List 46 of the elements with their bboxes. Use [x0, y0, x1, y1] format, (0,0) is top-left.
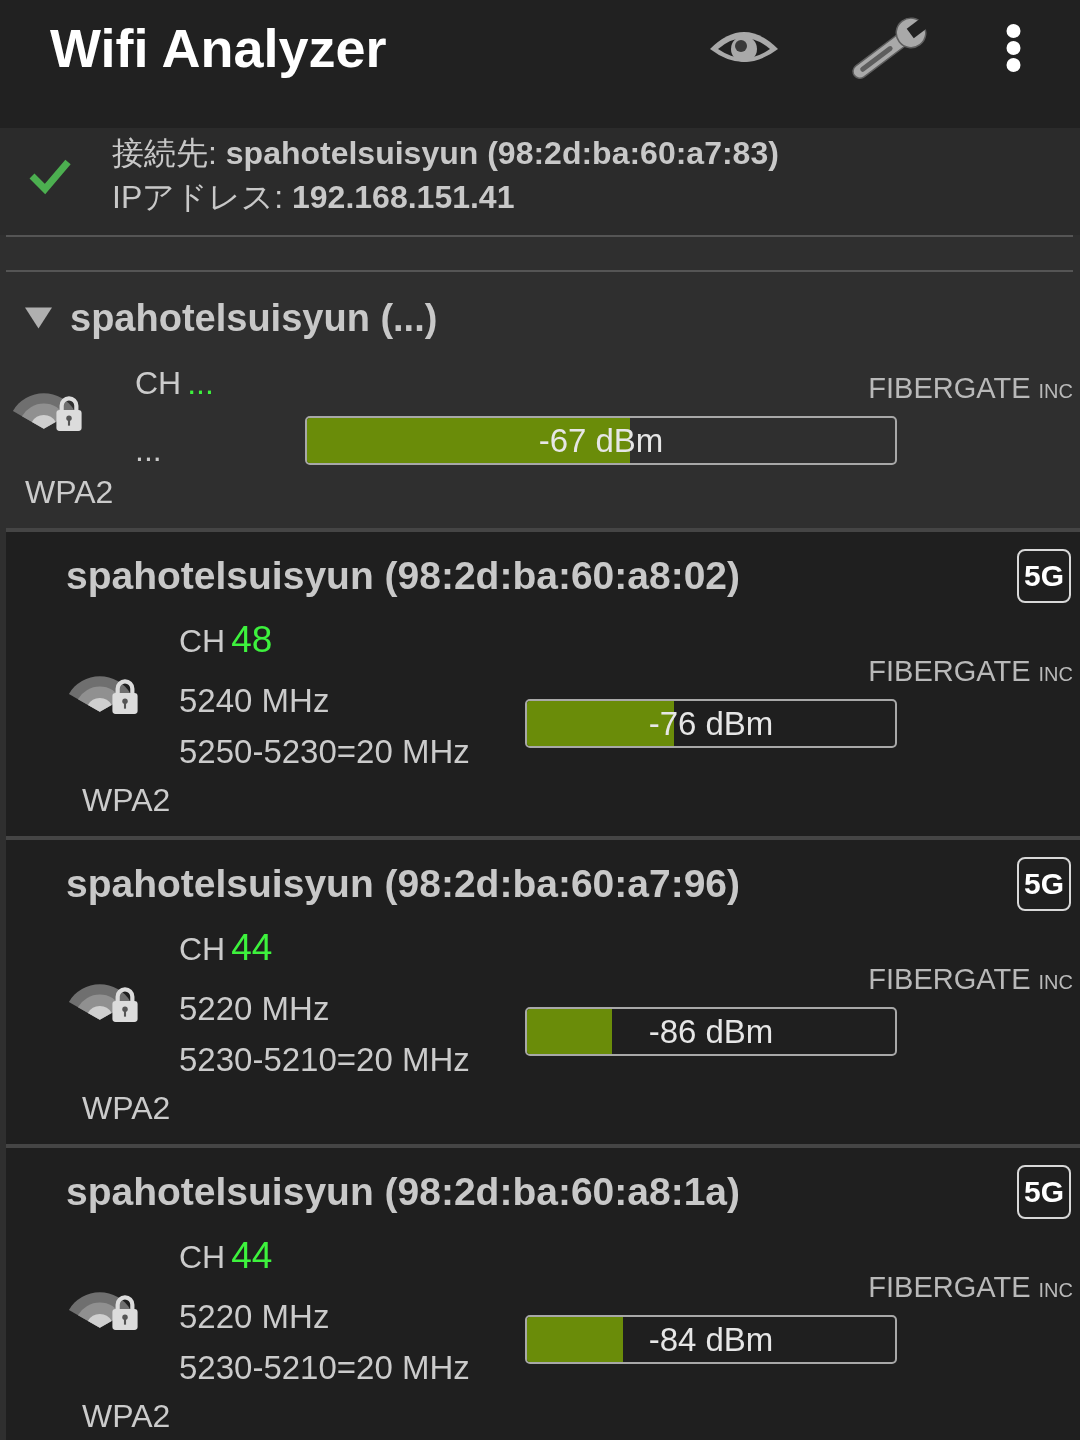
connected-network-text: 接続先: spahotelsuisyun (98:2d:ba:60:a7:83)	[112, 134, 779, 173]
overflow-menu-icon[interactable]	[1005, 24, 1022, 72]
network-card[interactable]: spahotelsuisyun (98:2d:ba:60:a8:1a) 5G WPA2 CH 44 5220 MHz 5230-5210=20 MHz FIBERGATE INC -84 dBm	[6, 1144, 1080, 1440]
vendor-name: FIBERGATE INC	[868, 1270, 1073, 1305]
signal-reading: -67 dBm	[538, 420, 664, 461]
frequency-text: 5220 MHz	[179, 1297, 330, 1337]
network-card[interactable]: spahotelsuisyun (98:2d:ba:60:a8:02) 5G WPA2 CH 48 5240 MHz 5250-5230=20 MHz FIBERGATE INC -76 dBm	[6, 528, 1080, 836]
channel-label: CH	[179, 1239, 226, 1275]
app-title: Wifi Analyzer	[50, 20, 387, 76]
channel-number: 44	[231, 927, 273, 968]
frequency-text: ...	[135, 431, 162, 470]
network-name: spahotelsuisyun (98:2d:ba:60:a8:02)	[66, 553, 741, 599]
frequency-text: 5240 MHz	[179, 681, 330, 721]
band-badge: 5G	[1017, 1165, 1071, 1219]
channel-number: 48	[231, 619, 273, 660]
vendor-name: FIBERGATE INC	[868, 654, 1073, 689]
wifi-lock-icon	[12, 391, 84, 433]
security-type: WPA2	[82, 1089, 171, 1128]
bandwidth-text: 5230-5210=20 MHz	[179, 1040, 470, 1080]
band-badge: 5G	[1017, 857, 1071, 911]
network-name: spahotelsuisyun (98:2d:ba:60:a7:96)	[66, 861, 741, 907]
signal-reading: -86 dBm	[648, 1011, 774, 1052]
bandwidth-text: 5250-5230=20 MHz	[179, 732, 470, 772]
expand-triangle-icon[interactable]	[25, 307, 52, 329]
security-type: WPA2	[82, 1397, 171, 1436]
signal-reading: -84 dBm	[648, 1319, 774, 1360]
group-title: spahotelsuisyun (...)	[70, 296, 438, 341]
wifi-lock-icon	[68, 1290, 140, 1332]
ip-address-text: IPアドレス: 192.168.151.41	[112, 178, 516, 217]
channel-number: 44	[231, 1235, 273, 1276]
wifi-lock-icon	[68, 982, 140, 1024]
channel-label: CH	[179, 623, 226, 659]
wifi-lock-icon	[68, 674, 140, 716]
frequency-text: 5220 MHz	[179, 989, 330, 1029]
signal-reading: -76 dBm	[648, 703, 774, 744]
vendor-name: FIBERGATE INC	[868, 962, 1073, 997]
network-name: spahotelsuisyun (98:2d:ba:60:a8:1a)	[66, 1169, 741, 1215]
channel-label: CH	[179, 931, 226, 967]
network-card[interactable]: spahotelsuisyun (98:2d:ba:60:a7:96) 5G WPA2 CH 44 5220 MHz 5230-5210=20 MHz FIBERGATE INC -86 dBm	[6, 836, 1080, 1144]
security-type: WPA2	[82, 781, 171, 820]
channel-label: CH	[135, 365, 182, 401]
security-type: WPA2	[25, 473, 114, 512]
vendor-name: FIBERGATE INC	[868, 371, 1073, 406]
bandwidth-text: 5230-5210=20 MHz	[179, 1348, 470, 1388]
channel-number: ...	[187, 365, 214, 401]
band-badge: 5G	[1017, 549, 1071, 603]
